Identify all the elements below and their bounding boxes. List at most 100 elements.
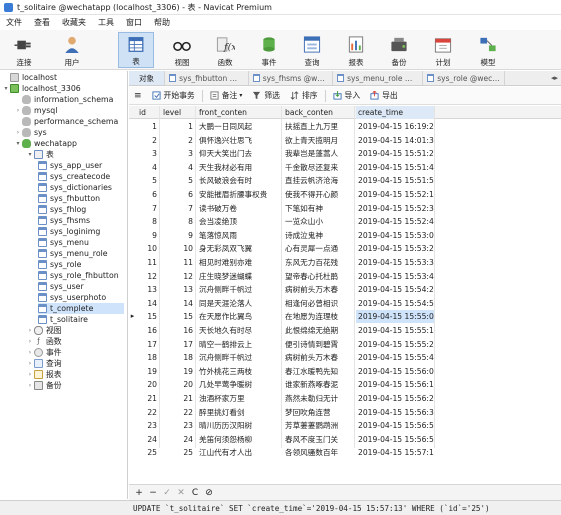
cell-id[interactable]: 8 bbox=[137, 215, 159, 228]
cell-id[interactable]: 12 bbox=[137, 270, 159, 283]
cell-level[interactable]: 25 bbox=[161, 446, 195, 459]
table-row[interactable]: 1 1 大鹏一日同风起 扶摇直上九万里 2019-04-15 16:19:21 bbox=[129, 120, 561, 133]
cell-back-conten[interactable]: 谁家新燕啄春泥 bbox=[283, 378, 354, 391]
column-divider[interactable] bbox=[159, 106, 160, 448]
tree-connection-localhost-3306[interactable]: ▾ localhost_3306 bbox=[2, 83, 81, 94]
cell-create-time[interactable]: 2019-04-15 15:56:57 bbox=[356, 433, 434, 446]
table-row[interactable]: 4 4 天生我材必有用 千金散尽还复来 2019-04-15 15:51:49 bbox=[129, 161, 561, 174]
table-row[interactable]: 14 14 同是天涯沦落人 相逢何必曾相识 2019-04-15 15:54:56 bbox=[129, 297, 561, 310]
add-record-icon[interactable]: + bbox=[133, 488, 145, 498]
table-row[interactable]: 10 10 身无彩凤双飞翼 心有灵犀一点通 2019-04-15 15:53:23 bbox=[129, 242, 561, 255]
cell-id[interactable]: 17 bbox=[137, 338, 159, 351]
cell-back-conten[interactable]: 扶摇直上九万里 bbox=[283, 120, 354, 133]
user-button[interactable]: 用户 bbox=[54, 32, 90, 68]
table-row[interactable]: ▸ 15 15 在天愿作比翼鸟 在地愿为连理枝 2019-04-15 15:55:06 bbox=[129, 310, 561, 324]
cell-create-time[interactable]: 2019-04-15 15:53:01 bbox=[356, 229, 434, 242]
table-row[interactable]: 12 12 庄生晓梦迷蝴蝶 望帝春心托杜鹃 2019-04-15 15:53:45 bbox=[129, 270, 561, 283]
cell-front-conten[interactable]: 笔落惊风雨 bbox=[197, 229, 281, 242]
cell-front-conten[interactable]: 身无彩凤双飞翼 bbox=[197, 242, 281, 255]
cell-create-time[interactable]: 2019-04-15 15:57:13 bbox=[356, 446, 434, 459]
event-button[interactable]: 事件 bbox=[251, 32, 287, 68]
cell-level[interactable]: 17 bbox=[161, 338, 195, 351]
function-button[interactable]: f(x) 函数 bbox=[207, 32, 243, 68]
expand-arrow-icon[interactable]: › bbox=[26, 360, 34, 367]
backup-button[interactable]: 备份 bbox=[381, 32, 417, 68]
table-row[interactable]: 2 2 俱怀逸兴壮思飞 欲上青天揽明月 2019-04-15 14:01:38 bbox=[129, 134, 561, 147]
column-header-id[interactable]: id bbox=[137, 106, 159, 119]
cell-create-time[interactable]: 2019-04-15 15:53:34 bbox=[356, 256, 434, 269]
cell-level[interactable]: 8 bbox=[161, 215, 195, 228]
cell-create-time[interactable]: 2019-04-15 15:53:45 bbox=[356, 270, 434, 283]
cell-level[interactable]: 18 bbox=[161, 351, 195, 364]
cell-id[interactable]: 10 bbox=[137, 242, 159, 255]
column-divider[interactable] bbox=[434, 106, 435, 448]
cell-front-conten[interactable]: 江山代有才人出 bbox=[197, 446, 281, 459]
cell-id[interactable]: 6 bbox=[137, 188, 159, 201]
cell-id[interactable]: 2 bbox=[137, 134, 159, 147]
tree-table-sys-fhbutton[interactable]: sys_fhbutton bbox=[38, 193, 100, 204]
cell-back-conten[interactable]: 欲上青天揽明月 bbox=[283, 134, 354, 147]
table-row[interactable]: 23 23 晴川历历汉阳树 芳草萋萋鹦鹉洲 2019-04-15 15:56:54 bbox=[129, 419, 561, 432]
expand-arrow-icon[interactable]: › bbox=[14, 129, 22, 136]
cell-create-time[interactable]: 2019-04-15 16:19:21 bbox=[356, 120, 434, 133]
tree-table-sys-role-fhbutton[interactable]: sys_role_fhbutton bbox=[38, 270, 119, 281]
cell-id[interactable]: 19 bbox=[137, 365, 159, 378]
tree-db-sys[interactable]: › sys bbox=[14, 127, 47, 138]
cell-level[interactable]: 14 bbox=[161, 297, 195, 310]
cell-back-conten[interactable]: 下笔如有神 bbox=[283, 202, 354, 215]
cell-front-conten[interactable]: 羌笛何须怨杨柳 bbox=[197, 433, 281, 446]
cell-create-time[interactable]: 2019-04-15 15:54:23 bbox=[356, 283, 434, 296]
cell-back-conten[interactable]: 梦回吹角连营 bbox=[283, 406, 354, 419]
schedule-button[interactable]: 计划 bbox=[425, 32, 461, 68]
grid-menu-button[interactable]: ≡ bbox=[129, 89, 147, 103]
expand-arrow-icon[interactable]: › bbox=[26, 349, 34, 356]
cell-id[interactable]: 20 bbox=[137, 378, 159, 391]
cell-create-time[interactable]: 2019-04-15 15:56:12 bbox=[356, 378, 434, 391]
cell-create-time[interactable]: 2019-04-15 15:51:51 bbox=[356, 174, 434, 187]
expand-arrow-icon[interactable]: › bbox=[26, 371, 34, 378]
table-row[interactable]: 22 22 醉里挑灯看剑 梦回吹角连营 2019-04-15 15:56:38 bbox=[129, 406, 561, 419]
tree-folder-reports[interactable]: › 报表 bbox=[26, 369, 62, 380]
cell-id[interactable]: 16 bbox=[137, 324, 159, 337]
table-row[interactable]: 21 21 浊酒杯家万里 燕然未勒归无计 2019-04-15 15:56:20 bbox=[129, 392, 561, 405]
cell-front-conten[interactable]: 晴川历历汉阳树 bbox=[197, 419, 281, 432]
export-button[interactable]: 导出 bbox=[365, 89, 403, 103]
expand-arrow-icon[interactable]: › bbox=[14, 107, 22, 114]
cell-back-conten[interactable]: 使我不得开心颜 bbox=[283, 188, 354, 201]
column-header-front-conten[interactable]: front_conten bbox=[197, 106, 281, 119]
cell-front-conten[interactable]: 沉舟侧畔千帆过 bbox=[197, 283, 281, 296]
cell-front-conten[interactable]: 在天愿作比翼鸟 bbox=[197, 310, 281, 323]
cell-create-time[interactable]: 2019-04-15 15:52:49 bbox=[356, 215, 434, 228]
cell-id[interactable]: 18 bbox=[137, 351, 159, 364]
cell-back-conten[interactable]: 春江水暖鸭先知 bbox=[283, 365, 354, 378]
table-row[interactable]: 17 17 晴空一鹤排云上 便引诗情到碧霄 2019-04-15 15:55:27 bbox=[129, 338, 561, 351]
table-button[interactable]: 表 bbox=[118, 32, 154, 68]
cell-front-conten[interactable]: 浊酒杯家万里 bbox=[197, 392, 281, 405]
cell-front-conten[interactable]: 庄生晓梦迷蝴蝶 bbox=[197, 270, 281, 283]
cell-back-conten[interactable]: 病树前头万木春 bbox=[283, 351, 354, 364]
cell-front-conten[interactable]: 安能摧眉折腰事权贵 bbox=[197, 188, 281, 201]
cell-front-conten[interactable]: 醉里挑灯看剑 bbox=[197, 406, 281, 419]
cell-front-conten[interactable]: 俱怀逸兴壮思飞 bbox=[197, 134, 281, 147]
cell-create-time[interactable]: 2019-04-15 15:54:56 bbox=[356, 297, 434, 310]
table-row[interactable]: 13 13 沉舟侧畔千帆过 病树前头万木春 2019-04-15 15:54:23 bbox=[129, 283, 561, 296]
cell-create-time[interactable]: 2019-04-15 15:55:06 bbox=[356, 310, 434, 324]
tree-db-mysql[interactable]: › mysql bbox=[14, 105, 57, 116]
cell-back-conten[interactable]: 芳草萋萋鹦鹉洲 bbox=[283, 419, 354, 432]
expand-arrow-icon[interactable]: › bbox=[26, 338, 34, 345]
table-row[interactable]: 19 19 竹外桃花三两枝 春江水暖鸭先知 2019-04-15 15:56:02 bbox=[129, 365, 561, 378]
tree-table-sys-dictionaries[interactable]: sys_dictionaries bbox=[38, 182, 112, 193]
sort-button[interactable]: 排序 bbox=[285, 89, 323, 103]
cell-level[interactable]: 20 bbox=[161, 378, 195, 391]
table-row[interactable]: 8 8 会当凌绝顶 一览众山小 2019-04-15 15:52:49 bbox=[129, 215, 561, 228]
cell-back-conten[interactable]: 各领风骚数百年 bbox=[283, 446, 354, 459]
cell-id[interactable]: 1 bbox=[137, 120, 159, 133]
expand-arrow-icon[interactable]: › bbox=[26, 327, 34, 334]
tab-sys-fhsms[interactable]: sys_fhsms @wechat... bbox=[249, 71, 333, 85]
tree-table-t-complete[interactable]: t_complete bbox=[38, 303, 124, 314]
cell-create-time[interactable]: 2019-04-15 15:55:18 bbox=[356, 324, 434, 337]
cell-level[interactable]: 3 bbox=[161, 147, 195, 160]
cell-id[interactable]: 21 bbox=[137, 392, 159, 405]
cell-front-conten[interactable]: 几处早莺争暖树 bbox=[197, 378, 281, 391]
cell-back-conten[interactable]: 我辈岂是蓬蒿人 bbox=[283, 147, 354, 160]
